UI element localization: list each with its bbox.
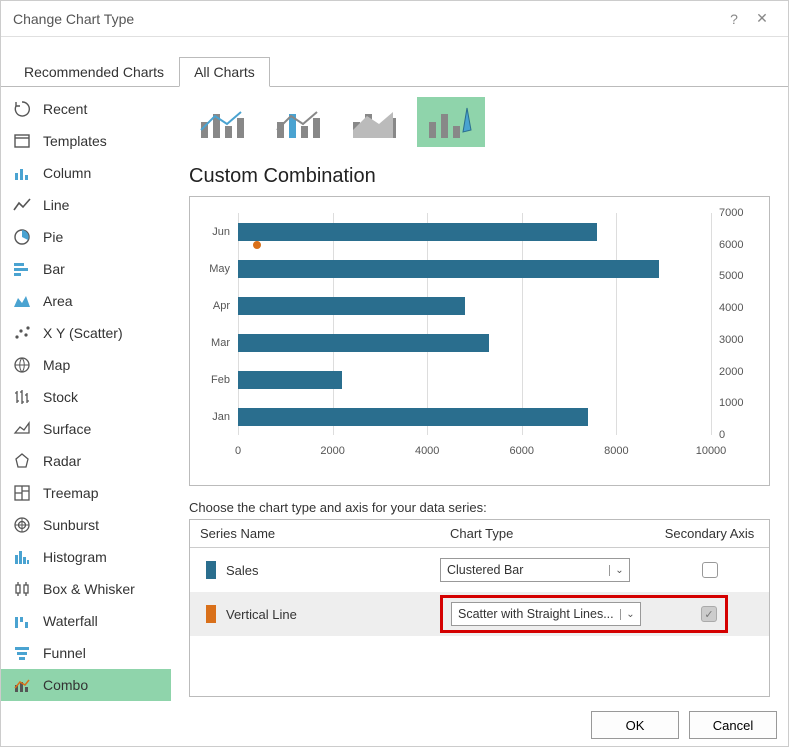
surface-icon	[11, 418, 33, 440]
sidebar-item-histogram[interactable]: Histogram	[1, 541, 171, 573]
combo-subtype-1[interactable]	[189, 97, 257, 147]
templates-icon	[11, 130, 33, 152]
waterfall-icon	[11, 610, 33, 632]
area-icon	[11, 290, 33, 312]
sidebar-item-label: Area	[43, 293, 73, 309]
map-icon	[11, 354, 33, 376]
funnel-icon	[11, 642, 33, 664]
dialog-title: Change Chart Type	[13, 11, 134, 27]
combo-subtype-3[interactable]	[341, 97, 409, 147]
header-chart-type: Chart Type	[440, 520, 650, 547]
chevron-down-icon: ⌄	[609, 565, 629, 576]
series-row-sales: Sales Clustered Bar ⌄	[190, 548, 769, 592]
ok-button[interactable]: OK	[591, 711, 679, 739]
treemap-icon	[11, 482, 33, 504]
series-table-header: Series Name Chart Type Secondary Axis	[190, 520, 769, 548]
chevron-down-icon: ⌄	[620, 609, 640, 620]
pie-icon	[11, 226, 33, 248]
main-panel: Custom Combination 020004000600080001000…	[171, 87, 788, 707]
sidebar-item-radar[interactable]: Radar	[1, 445, 171, 477]
bar-icon	[11, 258, 33, 280]
tab-all-charts[interactable]: All Charts	[179, 57, 270, 87]
sidebar-item-templates[interactable]: Templates	[1, 125, 171, 157]
sidebar-item-label: Recent	[43, 101, 87, 117]
help-button[interactable]: ?	[720, 11, 748, 27]
combo-subtype-custom[interactable]	[417, 97, 485, 147]
dialog-titlebar: Change Chart Type ? ✕	[1, 1, 788, 37]
chart-category-sidebar: Recent Templates Column Line Pie Bar Are…	[1, 87, 171, 707]
sidebar-item-scatter[interactable]: X Y (Scatter)	[1, 317, 171, 349]
sidebar-item-label: Column	[43, 165, 91, 181]
sidebar-item-label: Bar	[43, 261, 65, 277]
series-name-label: Vertical Line	[226, 607, 440, 622]
tab-strip: Recommended Charts All Charts	[1, 57, 788, 87]
sidebar-item-label: Stock	[43, 389, 78, 405]
sidebar-item-combo[interactable]: Combo	[1, 669, 171, 701]
series-row-vertical-line: Vertical Line Scatter with Straight Line…	[190, 592, 769, 636]
series-swatch	[206, 605, 216, 623]
sidebar-item-bar[interactable]: Bar	[1, 253, 171, 285]
highlighted-controls: Scatter with Straight Lines... ⌄	[440, 595, 728, 633]
sidebar-item-label: Templates	[43, 133, 107, 149]
sidebar-item-map[interactable]: Map	[1, 349, 171, 381]
subtype-heading: Custom Combination	[189, 165, 770, 188]
chart-type-dropdown-sales[interactable]: Clustered Bar ⌄	[440, 558, 630, 582]
radar-icon	[11, 450, 33, 472]
chart-type-dropdown-vertical-line[interactable]: Scatter with Straight Lines... ⌄	[451, 602, 641, 626]
secondary-axis-checkbox-vertical-line[interactable]	[701, 606, 717, 622]
subtype-thumbnails	[189, 97, 770, 147]
sidebar-item-treemap[interactable]: Treemap	[1, 477, 171, 509]
chart-preview: 0200040006000800010000JunMayAprMarFebJan…	[189, 196, 770, 486]
header-secondary-axis: Secondary Axis	[650, 520, 769, 547]
sidebar-item-pie[interactable]: Pie	[1, 221, 171, 253]
sidebar-item-boxwhisker[interactable]: Box & Whisker	[1, 573, 171, 605]
series-swatch	[206, 561, 216, 579]
combo-subtype-2[interactable]	[265, 97, 333, 147]
header-series-name: Series Name	[190, 520, 440, 547]
sidebar-item-label: Surface	[43, 421, 91, 437]
recent-icon	[11, 98, 33, 120]
series-name-label: Sales	[226, 563, 440, 578]
dropdown-value: Clustered Bar	[441, 563, 609, 577]
histogram-icon	[11, 546, 33, 568]
sidebar-item-label: Histogram	[43, 549, 107, 565]
dropdown-value: Scatter with Straight Lines...	[452, 607, 620, 621]
sidebar-item-label: Map	[43, 357, 70, 373]
sidebar-item-label: Funnel	[43, 645, 86, 661]
sidebar-item-sunburst[interactable]: Sunburst	[1, 509, 171, 541]
sidebar-item-label: X Y (Scatter)	[43, 325, 123, 341]
series-table: Series Name Chart Type Secondary Axis Sa…	[189, 519, 770, 697]
secondary-axis-checkbox-sales[interactable]	[702, 562, 718, 578]
sidebar-item-label: Combo	[43, 677, 88, 693]
sidebar-item-line[interactable]: Line	[1, 189, 171, 221]
sidebar-item-area[interactable]: Area	[1, 285, 171, 317]
sidebar-item-surface[interactable]: Surface	[1, 413, 171, 445]
cancel-button[interactable]: Cancel	[689, 711, 777, 739]
stock-icon	[11, 386, 33, 408]
line-icon	[11, 194, 33, 216]
sidebar-item-label: Sunburst	[43, 517, 99, 533]
column-icon	[11, 162, 33, 184]
sidebar-item-label: Radar	[43, 453, 81, 469]
series-config-label: Choose the chart type and axis for your …	[189, 500, 770, 515]
sidebar-item-label: Waterfall	[43, 613, 98, 629]
close-button[interactable]: ✕	[748, 10, 776, 27]
sidebar-item-column[interactable]: Column	[1, 157, 171, 189]
sidebar-item-label: Treemap	[43, 485, 99, 501]
sidebar-item-waterfall[interactable]: Waterfall	[1, 605, 171, 637]
sidebar-item-stock[interactable]: Stock	[1, 381, 171, 413]
dialog-footer: OK Cancel	[591, 711, 777, 739]
tab-recommended[interactable]: Recommended Charts	[9, 57, 179, 87]
sunburst-icon	[11, 514, 33, 536]
sidebar-item-label: Line	[43, 197, 69, 213]
combo-icon	[11, 674, 33, 696]
scatter-icon	[11, 322, 33, 344]
sidebar-item-funnel[interactable]: Funnel	[1, 637, 171, 669]
sidebar-item-label: Box & Whisker	[43, 581, 135, 597]
sidebar-item-label: Pie	[43, 229, 63, 245]
box-whisker-icon	[11, 578, 33, 600]
sidebar-item-recent[interactable]: Recent	[1, 93, 171, 125]
